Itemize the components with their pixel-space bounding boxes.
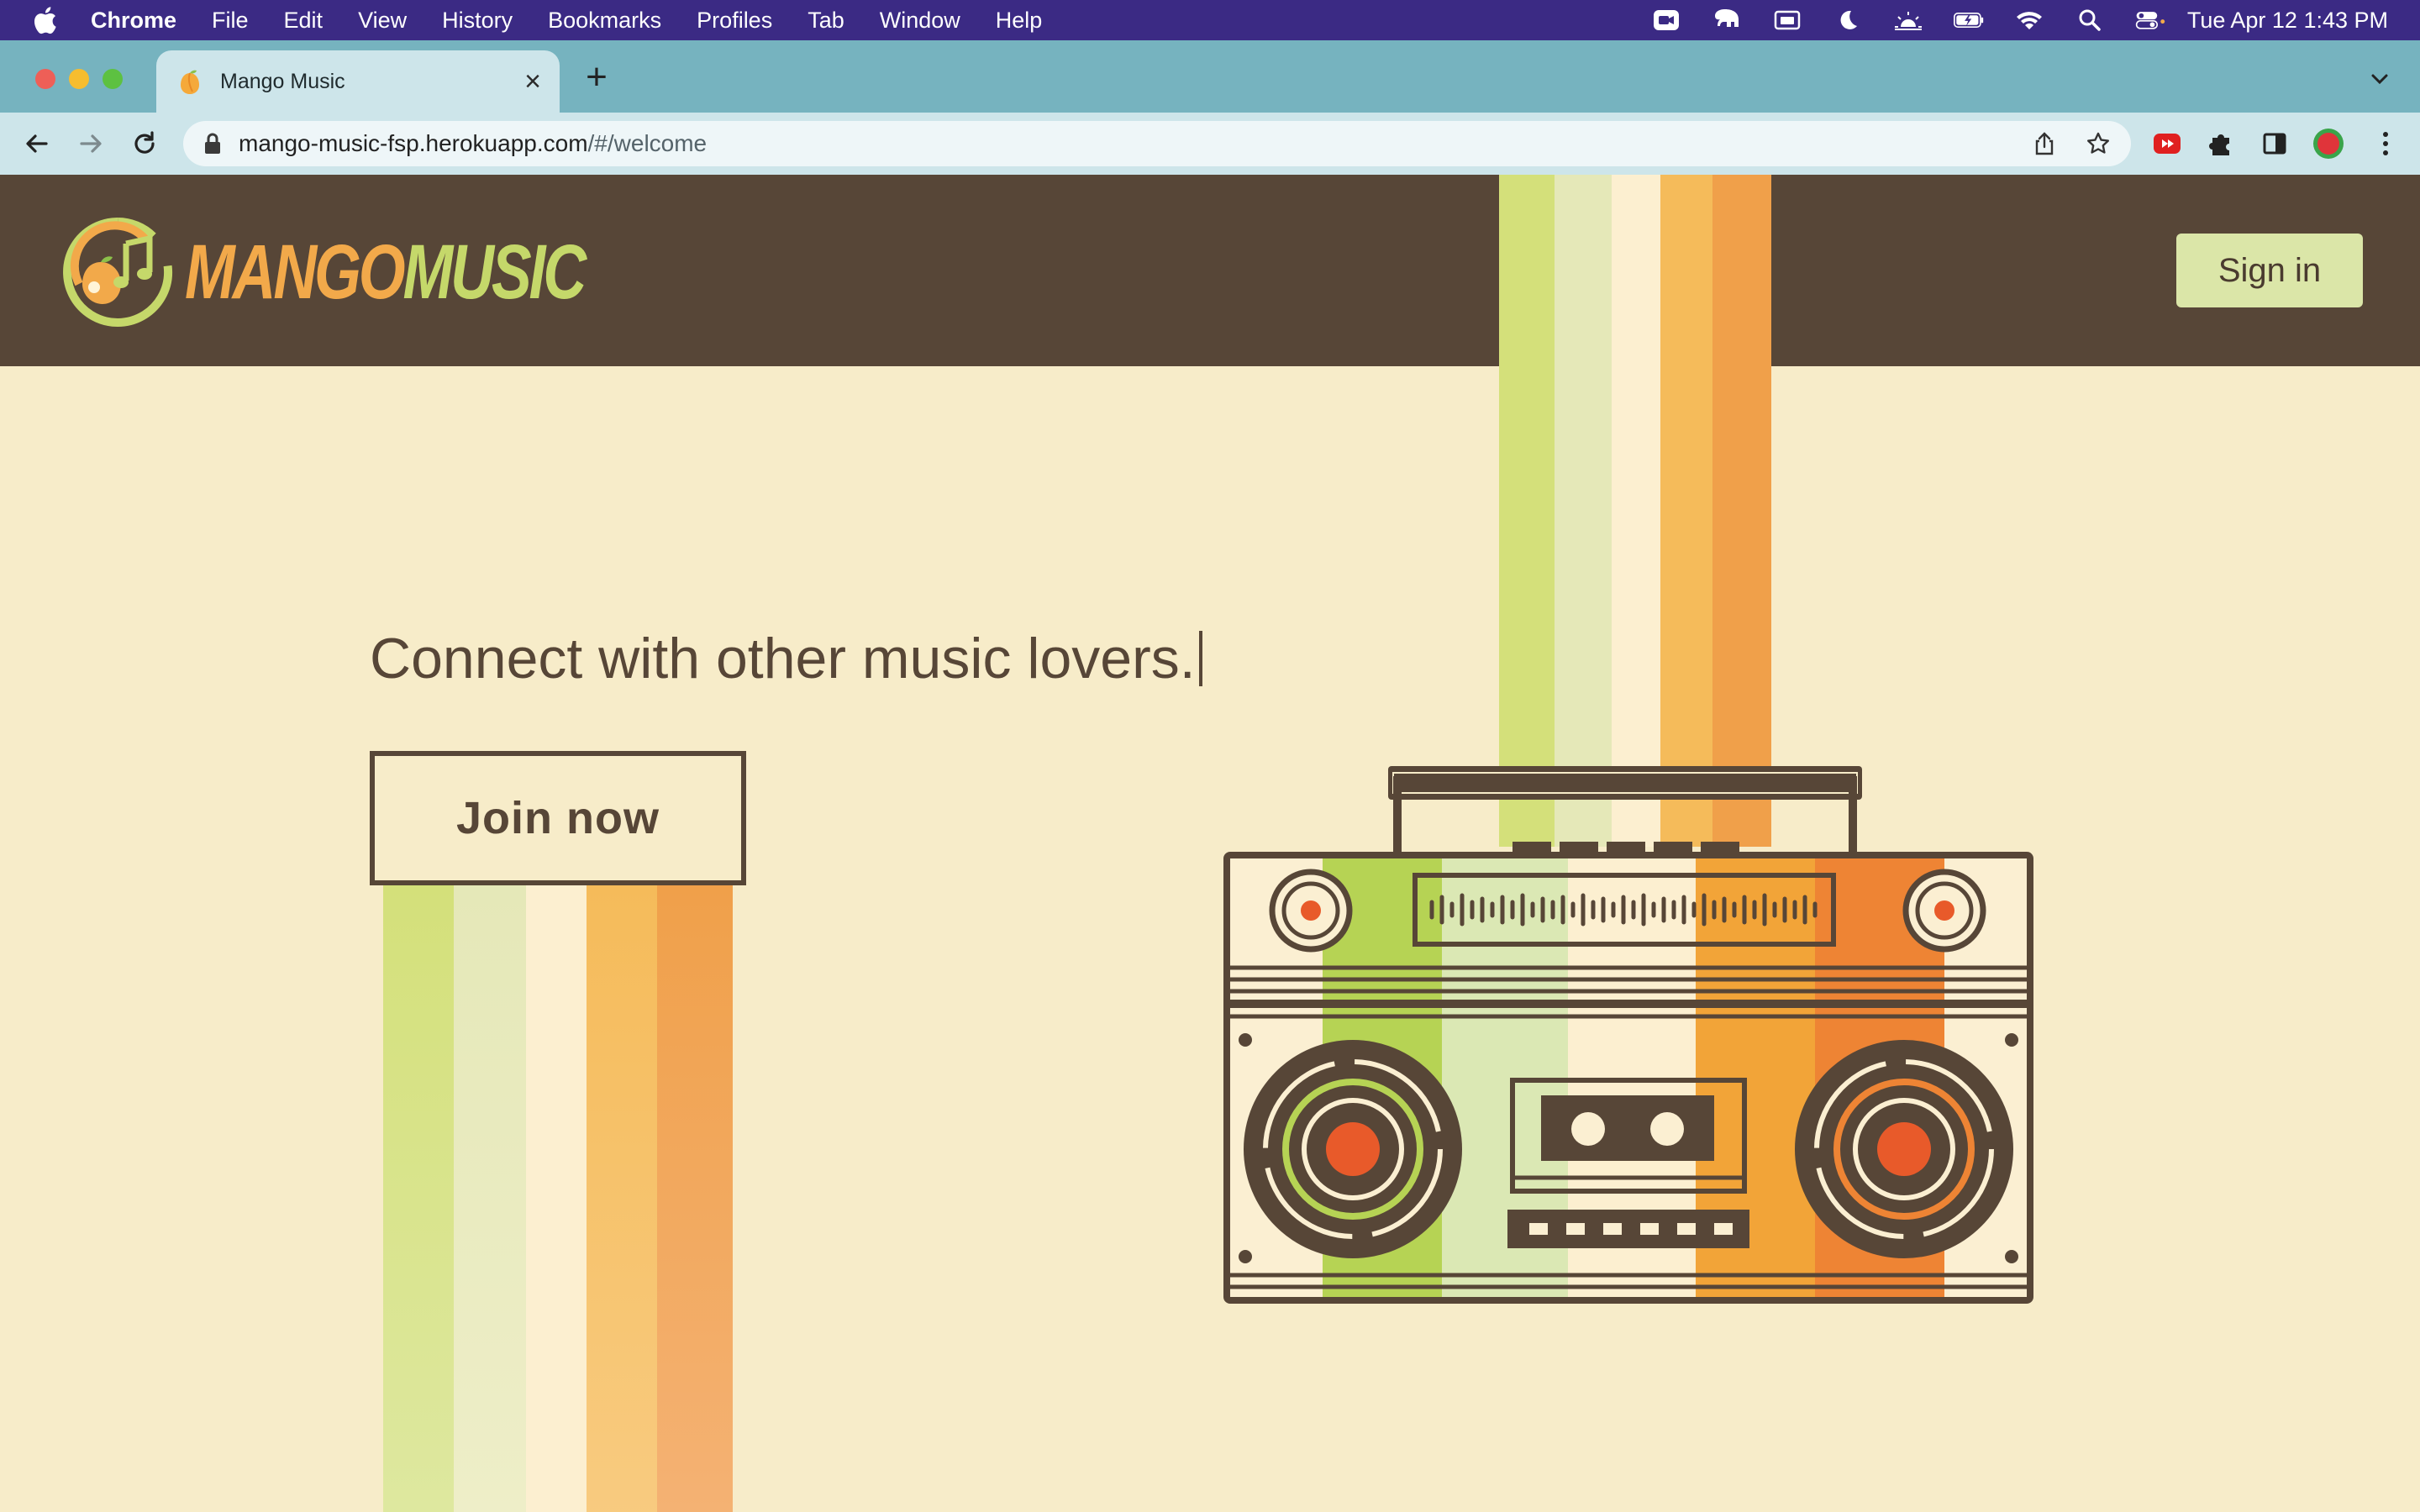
tab-search-chevron-icon[interactable] (2365, 64, 2395, 94)
browser-tab-active[interactable]: Mango Music × (156, 50, 560, 113)
url-host: mango-music-fsp.herokuapp.com (239, 130, 588, 156)
address-bar[interactable]: mango-music-fsp.herokuapp.com/#/welcome (183, 121, 2131, 166)
bookmark-star-icon[interactable] (2086, 131, 2111, 156)
url-path: /#/welcome (587, 130, 708, 156)
macos-menu-bar: Chrome File Edit View History Bookmarks … (0, 0, 2420, 40)
lock-icon[interactable] (203, 133, 222, 155)
tab-close-icon[interactable]: × (519, 67, 546, 96)
menu-app-name[interactable]: Chrome (91, 8, 176, 34)
menu-profiles[interactable]: Profiles (697, 8, 772, 34)
logo-word-music: MUSIC (402, 228, 587, 315)
screen-mirror-icon[interactable] (1772, 8, 1802, 33)
join-now-button[interactable]: Join now (370, 751, 746, 885)
menu-bookmarks[interactable]: Bookmarks (548, 8, 661, 34)
menu-file[interactable]: File (212, 8, 249, 34)
battery-icon[interactable] (1953, 8, 1984, 33)
forward-arrow-icon[interactable] (74, 127, 108, 160)
control-center-icon[interactable] (2135, 8, 2165, 33)
menu-help[interactable]: Help (996, 8, 1043, 34)
web-page: MANGOMUSIC Sign in Connect with other mu… (0, 175, 2420, 1512)
logo-word-mango: MANGO (185, 228, 406, 315)
new-tab-button[interactable]: + (580, 59, 613, 96)
spotlight-icon[interactable] (2075, 8, 2105, 33)
back-arrow-icon[interactable] (20, 127, 54, 160)
menu-clock[interactable]: Tue Apr 12 1:43 PM (2187, 8, 2388, 34)
site-logo[interactable]: MANGOMUSIC (60, 213, 697, 331)
zoom-icon[interactable] (1651, 8, 1681, 33)
mango-music-logo-icon (63, 218, 173, 327)
browser-toolbar: mango-music-fsp.herokuapp.com/#/welcome (0, 113, 2420, 175)
window-minimize-button[interactable] (69, 69, 89, 89)
tab-title: Mango Music (220, 69, 345, 93)
menu-view[interactable]: View (358, 8, 407, 34)
profile-avatar[interactable] (2312, 128, 2344, 160)
window-maximize-button[interactable] (103, 69, 123, 89)
apple-logo-icon[interactable] (32, 6, 57, 34)
menu-tab[interactable]: Tab (808, 8, 844, 34)
window-close-button[interactable] (35, 69, 55, 89)
menu-window[interactable]: Window (880, 8, 960, 34)
reload-icon[interactable] (128, 127, 161, 160)
moon-icon[interactable] (1833, 8, 1863, 33)
brightness-icon[interactable] (1893, 8, 1923, 33)
youtube-extension-icon[interactable] (2151, 128, 2183, 160)
share-icon[interactable] (2032, 131, 2057, 156)
side-panel-icon[interactable] (2259, 128, 2291, 160)
mango-favicon-icon (181, 70, 199, 94)
wifi-icon[interactable] (2014, 8, 2044, 33)
boombox-illustration (1223, 766, 2033, 1304)
typing-caret (1198, 631, 1202, 686)
menu-edit[interactable]: Edit (284, 8, 324, 34)
hero-headline: Connect with other music lovers. (370, 626, 1202, 691)
menu-history[interactable]: History (442, 8, 513, 34)
elephant-icon[interactable] (1712, 8, 1742, 33)
extensions-puzzle-icon[interactable] (2205, 128, 2237, 160)
browser-tab-strip: Mango Music × + (0, 40, 2420, 113)
logo-wordmark: MANGOMUSIC (185, 228, 587, 317)
sign-in-button[interactable]: Sign in (2176, 234, 2363, 307)
hero-headline-text: Connect with other music lovers. (370, 627, 1196, 690)
chrome-menu-icon[interactable] (2370, 128, 2402, 160)
url-text[interactable]: mango-music-fsp.herokuapp.com/#/welcome (239, 130, 707, 157)
